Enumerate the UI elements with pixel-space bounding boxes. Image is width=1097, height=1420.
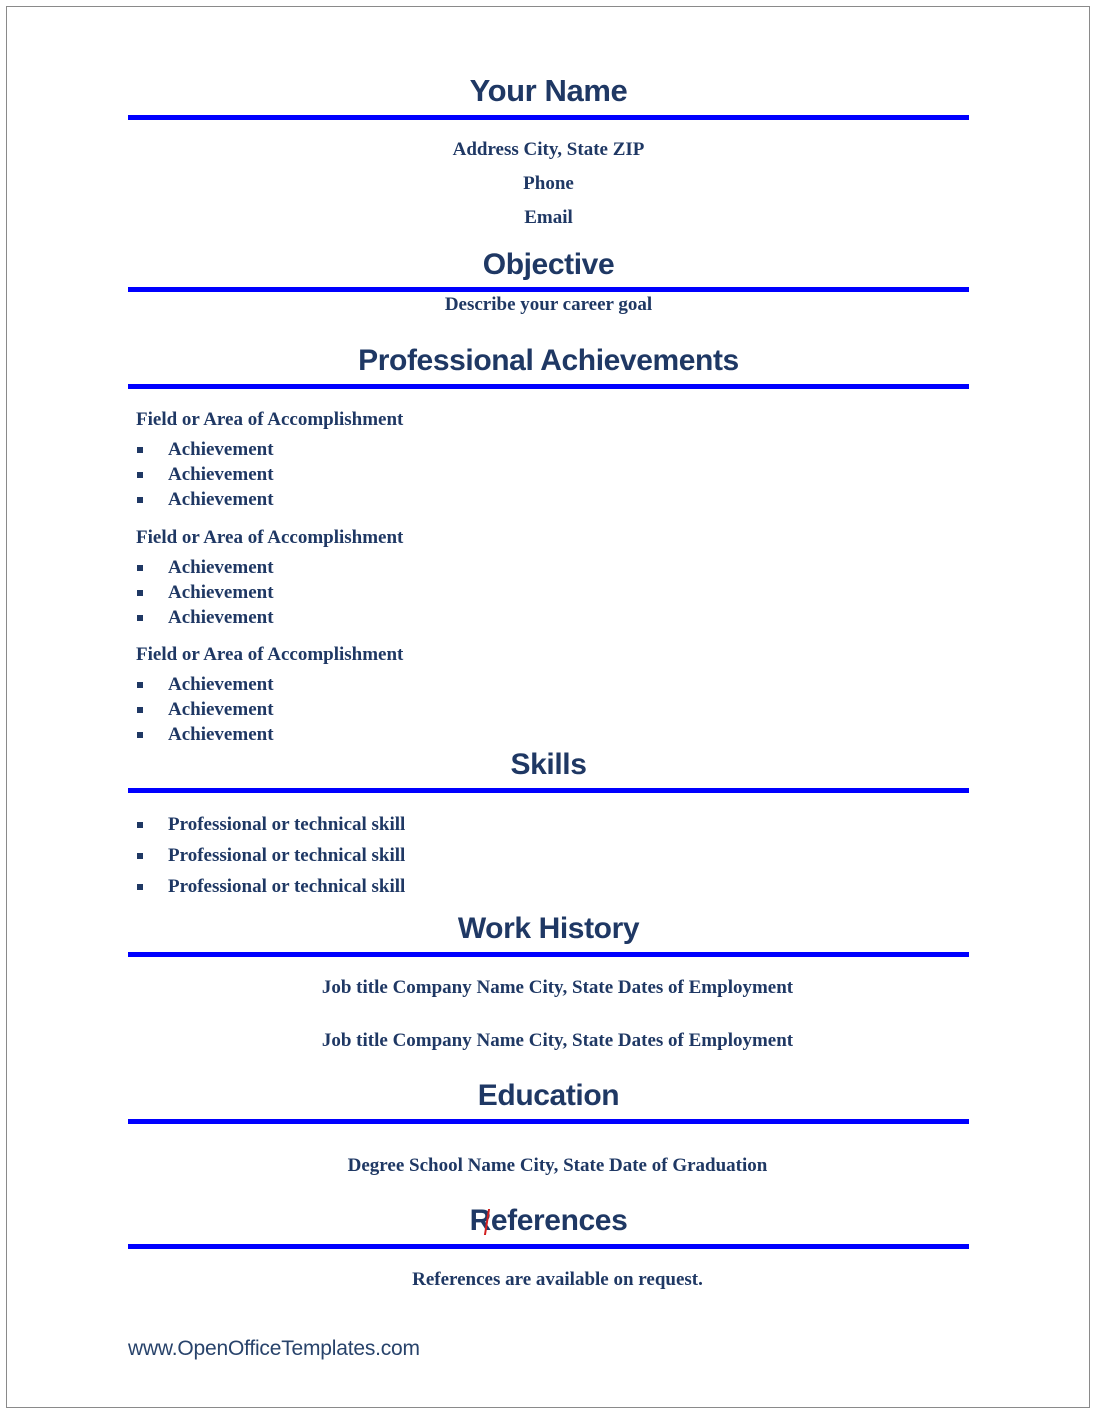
section-heading-achievements: Professional Achievements bbox=[358, 344, 739, 377]
education-text: Degree School Name City, State Date of G… bbox=[347, 1155, 768, 1176]
achievement-text: Achievement bbox=[168, 439, 274, 460]
objective-body-block: Describe your career goal bbox=[128, 295, 969, 314]
references-rule bbox=[128, 1243, 969, 1249]
work-history-rule bbox=[128, 951, 969, 957]
list-item: Achievement bbox=[128, 558, 969, 577]
work-history-text: Job title Company Name City, State Dates… bbox=[321, 977, 794, 998]
square-bullet-icon bbox=[137, 682, 143, 688]
work-history-heading-block: Work History bbox=[128, 913, 969, 957]
achievement-text: Achievement bbox=[168, 724, 274, 745]
square-bullet-icon bbox=[137, 884, 143, 890]
footer-url[interactable]: www.OpenOfficeTemplates.com bbox=[128, 1337, 420, 1361]
references-heading-block: References bbox=[128, 1205, 969, 1249]
achievement-text: Achievement bbox=[168, 607, 274, 628]
achievement-text: Achievement bbox=[168, 582, 274, 603]
list-item: Professional or technical skill bbox=[128, 877, 969, 896]
list-item: Achievement bbox=[128, 583, 969, 602]
contact-block: Address City, State ZIP bbox=[128, 140, 969, 159]
section-heading-references: References bbox=[469, 1204, 628, 1237]
list-item: Achievement bbox=[128, 440, 969, 459]
square-bullet-icon bbox=[137, 707, 143, 713]
page-title: Your Name bbox=[469, 73, 628, 108]
contact-email: Email bbox=[524, 207, 573, 228]
section-heading-education: Education bbox=[477, 1079, 620, 1112]
achievement-group-title: Field or Area of Accomplishment bbox=[136, 644, 404, 665]
achievement-text: Achievement bbox=[168, 674, 274, 695]
achievement-text: Achievement bbox=[168, 464, 274, 485]
achievements-rule bbox=[128, 383, 969, 389]
square-bullet-icon bbox=[137, 565, 143, 571]
skill-text: Professional or technical skill bbox=[168, 876, 406, 897]
achievement-group-title: Field or Area of Accomplishment bbox=[136, 527, 404, 548]
section-heading-work-history: Work History bbox=[457, 912, 640, 945]
achievement-text: Achievement bbox=[168, 699, 274, 720]
skills-list: Professional or technical skill Professi… bbox=[128, 815, 969, 896]
resume-page: Your Name Address City, State ZIP Phone … bbox=[6, 6, 1090, 1408]
square-bullet-icon bbox=[137, 472, 143, 478]
skills-rule bbox=[128, 787, 969, 793]
skill-text: Professional or technical skill bbox=[168, 814, 406, 835]
list-item: Professional or technical skill bbox=[128, 846, 969, 865]
square-bullet-icon bbox=[137, 853, 143, 859]
achievement-group: Field or Area of Accomplishment Achievem… bbox=[128, 528, 969, 627]
section-heading-skills: Skills bbox=[510, 748, 587, 781]
work-history-entry: Job title Company Name City, State Dates… bbox=[128, 1031, 969, 1050]
references-body: References are available on request. bbox=[412, 1269, 703, 1290]
title-rule bbox=[128, 114, 969, 120]
achievement-text: Achievement bbox=[168, 557, 274, 578]
education-rule bbox=[128, 1118, 969, 1124]
skills-heading-block: Skills bbox=[128, 749, 969, 793]
square-bullet-icon bbox=[137, 615, 143, 621]
list-item: Achievement bbox=[128, 675, 969, 694]
section-heading-objective: Objective bbox=[482, 248, 615, 281]
square-bullet-icon bbox=[137, 497, 143, 503]
header-block: Your Name bbox=[128, 73, 969, 120]
achievement-text: Achievement bbox=[168, 489, 274, 510]
objective-body: Describe your career goal bbox=[444, 294, 653, 315]
work-history-entry: Job title Company Name City, State Dates… bbox=[128, 978, 969, 997]
list-item: Achievement bbox=[128, 465, 969, 484]
contact-phone: Phone bbox=[523, 173, 574, 194]
achievement-group: Field or Area of Accomplishment Achievem… bbox=[128, 645, 969, 744]
list-item: Achievement bbox=[128, 700, 969, 719]
contact-phone-row: Phone bbox=[128, 174, 969, 193]
square-bullet-icon bbox=[137, 732, 143, 738]
contact-email-row: Email bbox=[128, 208, 969, 227]
achievement-group: Field or Area of Accomplishment Achievem… bbox=[128, 410, 969, 509]
achievement-group-title: Field or Area of Accomplishment bbox=[136, 409, 404, 430]
work-history-text: Job title Company Name City, State Dates… bbox=[321, 1030, 794, 1051]
education-entry: Degree School Name City, State Date of G… bbox=[128, 1156, 969, 1175]
achievements-heading-block: Professional Achievements bbox=[128, 345, 969, 389]
list-item: Achievement bbox=[128, 725, 969, 744]
objective-heading-block: Objective bbox=[128, 249, 969, 292]
list-item: Achievement bbox=[128, 490, 969, 509]
square-bullet-icon bbox=[137, 822, 143, 828]
list-item: Achievement bbox=[128, 608, 969, 627]
references-body-block: References are available on request. bbox=[128, 1270, 969, 1289]
objective-rule bbox=[128, 286, 969, 292]
list-item: Professional or technical skill bbox=[128, 815, 969, 834]
education-heading-block: Education bbox=[128, 1080, 969, 1124]
square-bullet-icon bbox=[137, 590, 143, 596]
skill-text: Professional or technical skill bbox=[168, 845, 406, 866]
contact-address: Address City, State ZIP bbox=[452, 139, 645, 160]
square-bullet-icon bbox=[137, 447, 143, 453]
